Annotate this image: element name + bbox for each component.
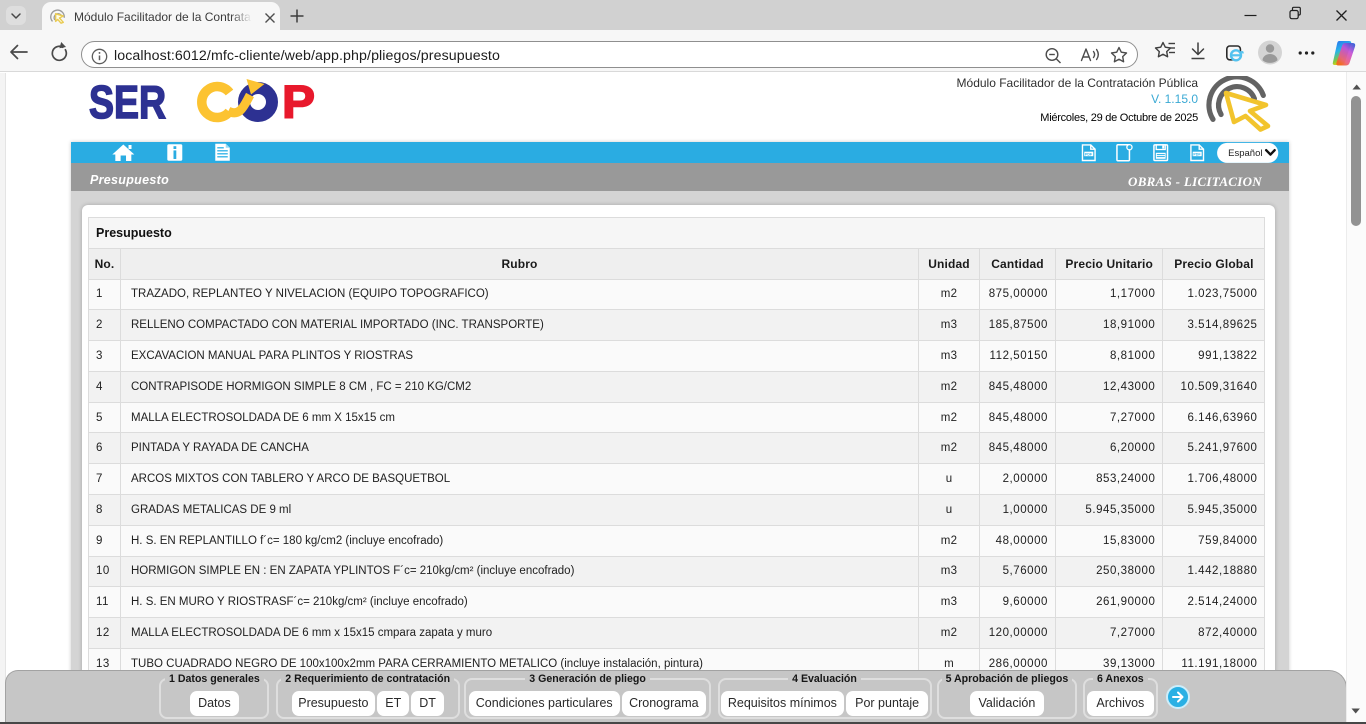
- svg-text:PDF: PDF: [1193, 152, 1201, 156]
- svg-text:SER: SER: [89, 78, 166, 126]
- svg-text:PDF: PDF: [1085, 152, 1093, 156]
- svg-text:Español: Español: [1228, 147, 1262, 158]
- svg-text:P: P: [282, 78, 315, 126]
